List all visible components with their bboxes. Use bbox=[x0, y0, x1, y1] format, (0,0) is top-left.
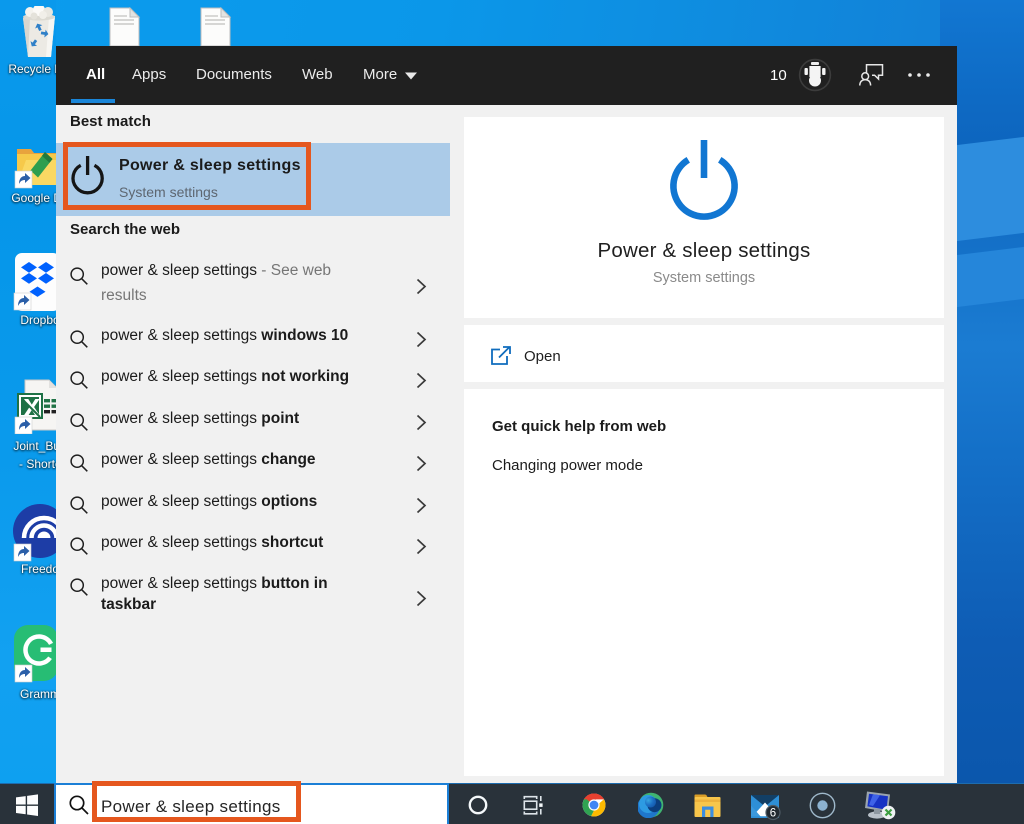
svg-text:6: 6 bbox=[770, 808, 776, 820]
